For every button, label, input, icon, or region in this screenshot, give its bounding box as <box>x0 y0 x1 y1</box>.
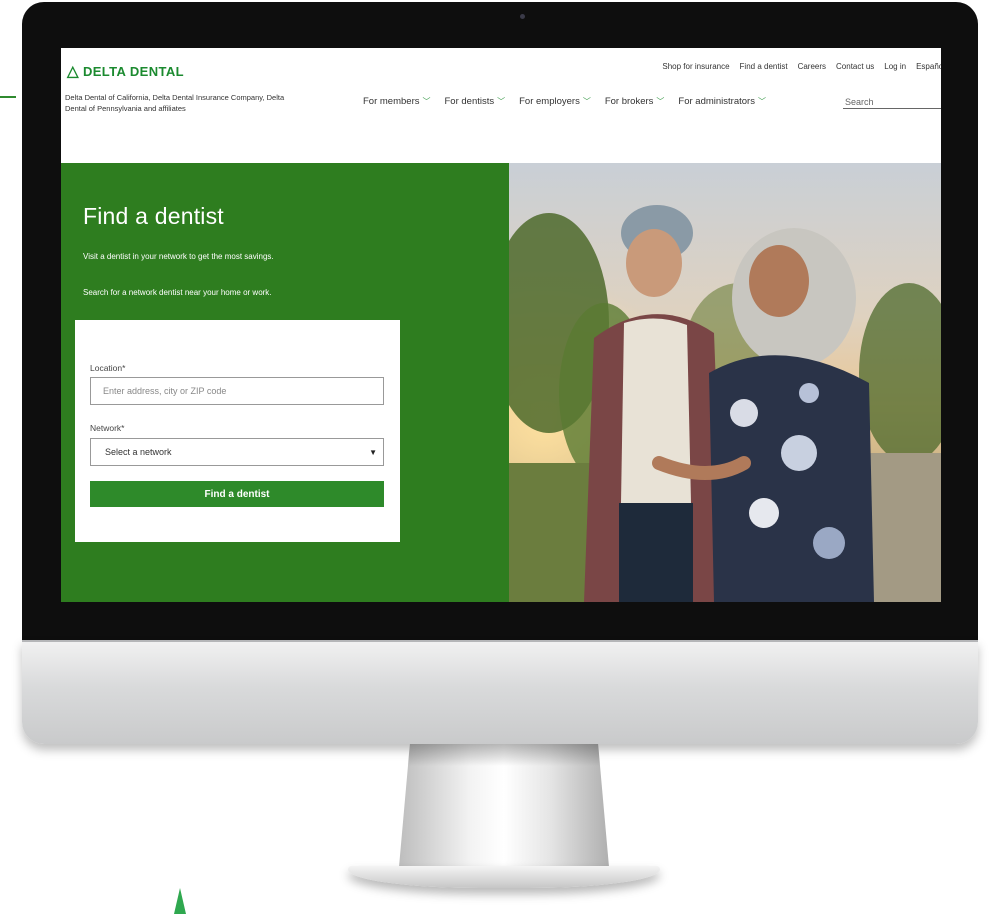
search-input[interactable] <box>843 97 941 107</box>
util-careers[interactable]: Careers <box>798 62 826 71</box>
chevron-down-icon: ﹀ <box>757 97 766 106</box>
monitor-chin <box>22 640 978 744</box>
util-log-in[interactable]: Log in <box>884 62 906 71</box>
chin-divider <box>22 640 978 642</box>
util-contact-us[interactable]: Contact us <box>836 62 874 71</box>
logo-text: DELTA DENTAL <box>82 64 185 79</box>
nav-label: For dentists <box>444 96 495 107</box>
decorative-line <box>0 96 16 98</box>
util-shop-insurance[interactable]: Shop for insurance <box>662 62 729 71</box>
two-women-walking-photo <box>509 163 941 602</box>
stand-shadow <box>407 744 601 766</box>
utility-nav: Shop for insurance Find a dentist Career… <box>662 62 941 71</box>
find-dentist-form: Location* Network* Select a network ▼ Fi… <box>75 320 400 542</box>
chevron-down-icon: ▼ <box>369 447 377 457</box>
nav-label: For employers <box>519 96 580 107</box>
delta-triangle-icon: △ <box>67 63 79 80</box>
chevron-down-icon: ﹀ <box>422 97 431 106</box>
website-screen: △ DELTA DENTAL Delta Dental of Californi… <box>61 48 941 602</box>
company-tagline: Delta Dental of California, Delta Dental… <box>65 93 285 113</box>
chevron-down-icon: ﹀ <box>582 97 591 106</box>
hero-panel: Find a dentist Visit a dentist in your n… <box>61 163 509 602</box>
nav-label: For administrators <box>678 96 755 107</box>
util-find-dentist[interactable]: Find a dentist <box>740 62 788 71</box>
site-header: △ DELTA DENTAL Delta Dental of Californi… <box>61 48 941 163</box>
util-espanol[interactable]: Español <box>916 62 941 71</box>
nav-for-administrators[interactable]: For administrators ﹀ <box>678 96 766 107</box>
nav-for-brokers[interactable]: For brokers ﹀ <box>605 96 665 107</box>
hero-subtitle-savings: Visit a dentist in your network to get t… <box>83 252 274 261</box>
nav-for-members[interactable]: For members ﹀ <box>363 96 430 107</box>
network-label: Network* <box>90 423 125 433</box>
find-dentist-button[interactable]: Find a dentist <box>90 481 384 507</box>
chevron-down-icon: ﹀ <box>656 97 665 106</box>
nav-label: For members <box>363 96 420 107</box>
network-select[interactable]: Select a network ▼ <box>90 438 384 466</box>
main-nav: For members ﹀ For dentists ﹀ For employers… <box>363 96 766 107</box>
page-title: Find a dentist <box>83 203 224 229</box>
nav-for-dentists[interactable]: For dentists ﹀ <box>444 96 505 107</box>
nav-label: For brokers <box>604 96 654 107</box>
chevron-down-icon: ﹀ <box>497 97 506 106</box>
hero-photo <box>509 163 941 602</box>
location-label: Location* <box>90 363 126 373</box>
decorative-triangle <box>174 888 186 914</box>
delta-dental-logo[interactable]: △ DELTA DENTAL <box>67 64 184 79</box>
camera-dot <box>520 14 525 19</box>
monitor-base <box>348 866 660 888</box>
nav-for-employers[interactable]: For employers ﹀ <box>519 96 591 107</box>
network-selected-value: Select a network <box>105 447 172 457</box>
search-box <box>843 92 941 109</box>
hero-subtitle-search: Search for a network dentist near your h… <box>83 288 272 297</box>
location-input[interactable] <box>90 377 384 405</box>
